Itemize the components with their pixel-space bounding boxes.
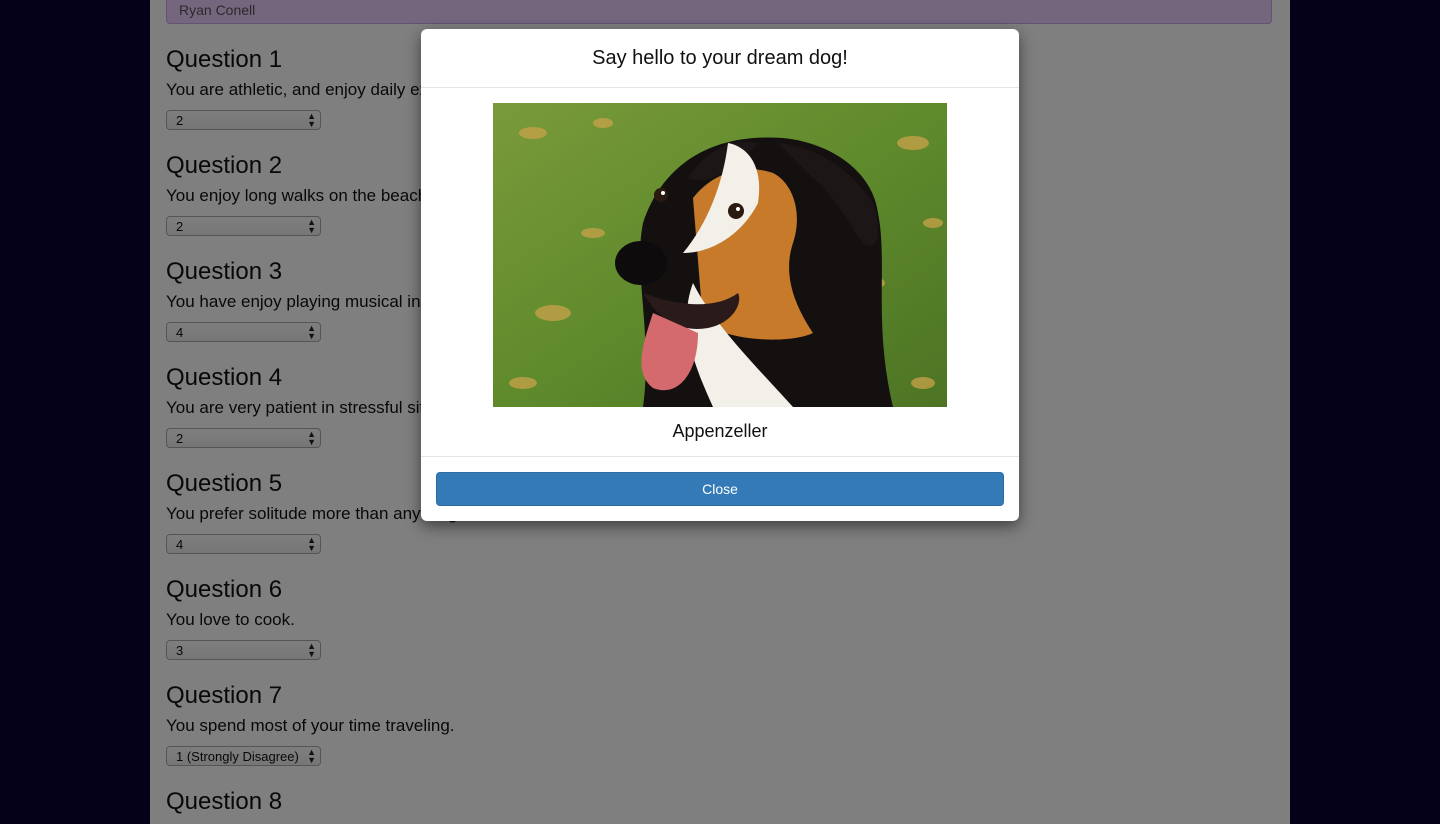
dog-breed-name: Appenzeller: [672, 421, 768, 441]
result-modal: Say hello to your dream dog! Appenzeller…: [421, 29, 1019, 521]
modal-header: Say hello to your dream dog!: [421, 29, 1019, 88]
modal-body: Appenzeller: [421, 88, 1019, 457]
modal-title: Say hello to your dream dog!: [592, 46, 848, 69]
dog-photo: [493, 103, 947, 407]
modal-footer: Close: [421, 457, 1019, 521]
close-button[interactable]: Close: [436, 472, 1004, 506]
